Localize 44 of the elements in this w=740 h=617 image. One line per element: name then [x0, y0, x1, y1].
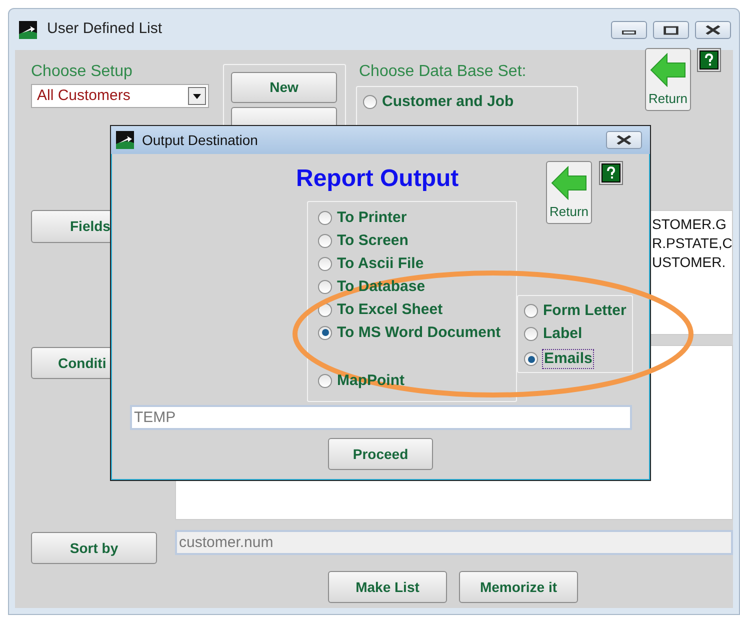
output-option[interactable]: To Screen [337, 232, 408, 250]
sort-button[interactable]: Sort by [31, 532, 157, 564]
output-option[interactable]: To Ascii File [337, 254, 424, 272]
app-logo-icon [19, 20, 37, 38]
output-option[interactable]: To Excel Sheet [337, 300, 443, 318]
setup-button[interactable]: New [231, 72, 337, 103]
minimize-button[interactable] [611, 20, 647, 38]
window-title: User Defined List [47, 19, 162, 40]
help-icon[interactable] [697, 48, 721, 72]
maximize-button[interactable] [653, 20, 689, 38]
help-icon[interactable] [599, 161, 623, 185]
radio-button[interactable] [524, 327, 538, 342]
database-option[interactable]: Customer and Job [382, 93, 514, 111]
return-button[interactable]: Return [645, 48, 691, 111]
radio-button[interactable] [318, 374, 332, 388]
close-button[interactable] [695, 20, 731, 38]
file-name-field[interactable]: TEMP [130, 405, 632, 430]
app-logo-icon [116, 131, 134, 149]
arrow-left-icon [650, 52, 686, 86]
arrow-left-icon [551, 166, 587, 200]
radio-button[interactable] [318, 280, 332, 294]
sort-field[interactable]: customer.num [175, 530, 733, 555]
word-option[interactable]: Emails [543, 350, 594, 368]
list-action-button[interactable]: Memorize it [459, 571, 578, 603]
close-button[interactable] [606, 131, 642, 149]
output-option[interactable]: To Printer [337, 208, 407, 226]
dialog-title: Output Destination [142, 130, 258, 150]
radio-button[interactable] [318, 326, 332, 340]
radio-button[interactable] [318, 234, 332, 248]
word-option[interactable]: Form Letter [543, 302, 626, 320]
setup-dropdown[interactable]: All Customers [31, 84, 209, 108]
return-button[interactable]: Return [546, 161, 592, 224]
output-option[interactable]: To MS Word Document [337, 324, 501, 342]
radio-button[interactable] [524, 352, 538, 366]
report-output-heading: Report Output [296, 164, 460, 194]
word-option[interactable]: Label [543, 325, 582, 344]
setup-label: Choose Setup [31, 62, 134, 82]
database-set-label: Choose Data Base Set: [358, 62, 528, 82]
radio-button[interactable] [318, 210, 332, 224]
radio-button[interactable] [524, 304, 538, 318]
list-action-button[interactable]: Make List [328, 571, 447, 603]
radio-button[interactable] [318, 256, 332, 270]
proceed-button[interactable]: Proceed [328, 438, 433, 470]
radio-button[interactable] [363, 95, 377, 109]
